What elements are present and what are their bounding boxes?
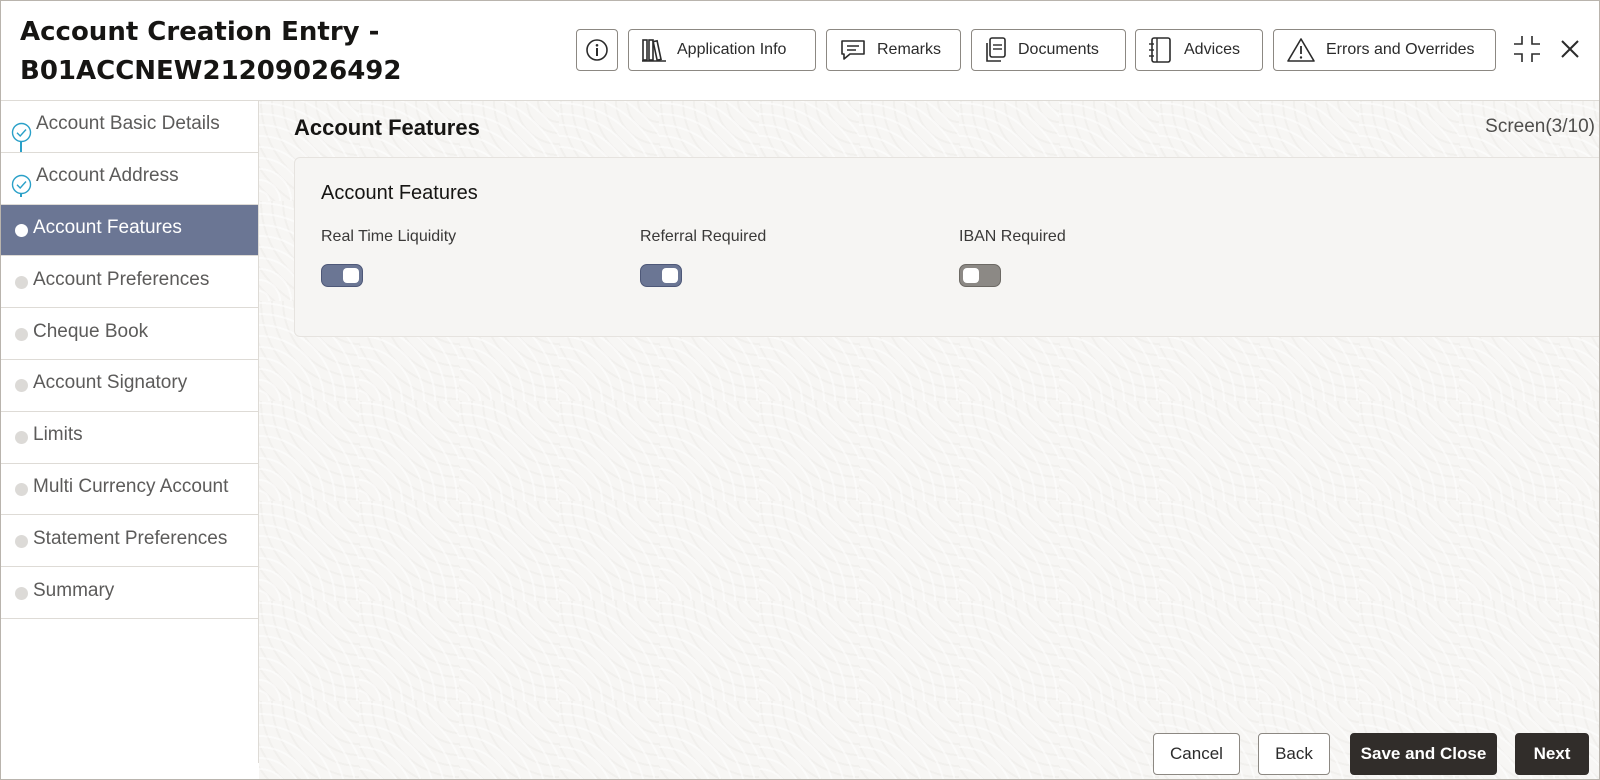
documents-label: Documents xyxy=(1018,41,1099,58)
minimize-icon xyxy=(1514,36,1540,62)
application-info-icon xyxy=(642,39,666,62)
sidebar-item-label: Account Basic Details xyxy=(36,113,220,135)
errors-and-overrides-label: Errors and Overrides xyxy=(1326,41,1475,58)
iban-required-label: IBAN Required xyxy=(959,228,1066,245)
step-dot-icon xyxy=(15,431,28,445)
sidebar-item-label: Account Features xyxy=(33,217,182,239)
toggle-knob xyxy=(963,268,979,283)
sidebar-item-statement-preferences[interactable]: Statement Preferences xyxy=(1,515,258,568)
sidebar-item-label: Account Address xyxy=(36,165,179,187)
step-dot-icon xyxy=(15,586,28,600)
sidebar-item-limits[interactable]: Limits xyxy=(1,412,258,464)
minimize-button[interactable] xyxy=(1509,31,1545,67)
documents-icon xyxy=(986,37,1006,62)
step-dot-icon xyxy=(15,482,28,496)
page-title-line1: Account Creation Entry - xyxy=(20,17,380,47)
sidebar-item-account-signatory[interactable]: Account Signatory xyxy=(1,360,258,412)
sidebar: Account Basic Details Account Address Ac… xyxy=(1,101,259,763)
sidebar-item-label: Statement Preferences xyxy=(33,528,228,550)
referral-required-toggle[interactable] xyxy=(640,264,682,287)
close-icon xyxy=(1561,40,1579,58)
real-time-liquidity-field: Real Time Liquidity xyxy=(321,228,457,287)
sidebar-item-label: Multi Currency Account xyxy=(33,476,229,498)
step-dot-icon xyxy=(15,223,28,237)
sidebar-item-account-address[interactable]: Account Address xyxy=(1,153,258,205)
account-creation-window: Account Creation Entry - B01ACCNEW212090… xyxy=(0,0,1600,780)
remarks-label: Remarks xyxy=(877,41,942,58)
sidebar-item-account-features[interactable]: Account Features xyxy=(1,204,258,257)
sidebar-item-account-preferences[interactable]: Account Preferences xyxy=(1,256,258,309)
back-button[interactable]: Back xyxy=(1258,733,1330,775)
main-content: Account Features Screen(3/10) Account Fe… xyxy=(259,101,1599,779)
screen-counter: Screen(3/10) xyxy=(1485,116,1595,137)
header: Account Creation Entry - B01ACCNEW212090… xyxy=(1,1,1599,101)
warning-icon xyxy=(1287,38,1315,62)
advices-label: Advices xyxy=(1184,41,1241,58)
sidebar-item-cheque-book[interactable]: Cheque Book xyxy=(1,308,258,360)
step-dot-icon xyxy=(15,275,28,289)
sidebar-item-multi-currency-account[interactable]: Multi Currency Account xyxy=(1,464,258,516)
info-icon xyxy=(586,39,608,61)
remarks-icon xyxy=(841,40,865,60)
close-button[interactable] xyxy=(1552,31,1588,67)
step-dot-icon xyxy=(15,327,28,341)
page-title-line2: B01ACCNEW21209026492 xyxy=(20,56,402,86)
real-time-liquidity-toggle[interactable] xyxy=(321,264,363,287)
sidebar-item-label: Account Preferences xyxy=(33,269,210,291)
iban-required-toggle[interactable] xyxy=(959,264,1001,287)
check-icon xyxy=(11,123,32,143)
sidebar-item-label: Summary xyxy=(33,579,115,601)
card-title: Account Features xyxy=(321,182,478,204)
real-time-liquidity-label: Real Time Liquidity xyxy=(321,228,457,245)
section-title: Account Features xyxy=(294,115,480,140)
errors-and-overrides-button[interactable]: Errors and Overrides xyxy=(1273,29,1496,71)
application-info-button[interactable]: Application Info xyxy=(628,29,816,71)
application-info-label: Application Info xyxy=(677,41,787,58)
documents-button[interactable]: Documents xyxy=(971,29,1126,71)
next-button[interactable]: Next xyxy=(1515,733,1589,775)
iban-required-field: IBAN Required xyxy=(959,228,1066,287)
referral-required-label: Referral Required xyxy=(640,228,767,245)
toggle-knob xyxy=(343,268,359,283)
referral-required-field: Referral Required xyxy=(640,228,767,287)
cancel-button[interactable]: Cancel xyxy=(1153,733,1240,775)
toggle-knob xyxy=(662,268,678,283)
check-icon xyxy=(11,174,32,195)
account-features-card: Account Features Real Time Liquidity Ref… xyxy=(294,157,1599,337)
sidebar-item-account-basic-details[interactable]: Account Basic Details xyxy=(1,101,258,153)
remarks-button[interactable]: Remarks xyxy=(826,29,961,71)
step-dot-icon xyxy=(15,534,28,548)
info-button[interactable] xyxy=(576,29,618,71)
step-dot-icon xyxy=(15,379,28,393)
page-title: Account Creation Entry - B01ACCNEW212090… xyxy=(20,13,402,91)
sidebar-item-label: Limits xyxy=(33,424,83,446)
save-and-close-button[interactable]: Save and Close xyxy=(1350,733,1497,775)
sidebar-item-label: Cheque Book xyxy=(33,320,149,342)
advices-button[interactable]: Advices xyxy=(1135,29,1263,71)
sidebar-item-summary[interactable]: Summary xyxy=(1,567,258,619)
advices-icon xyxy=(1149,37,1171,63)
sidebar-item-label: Account Signatory xyxy=(33,372,188,394)
